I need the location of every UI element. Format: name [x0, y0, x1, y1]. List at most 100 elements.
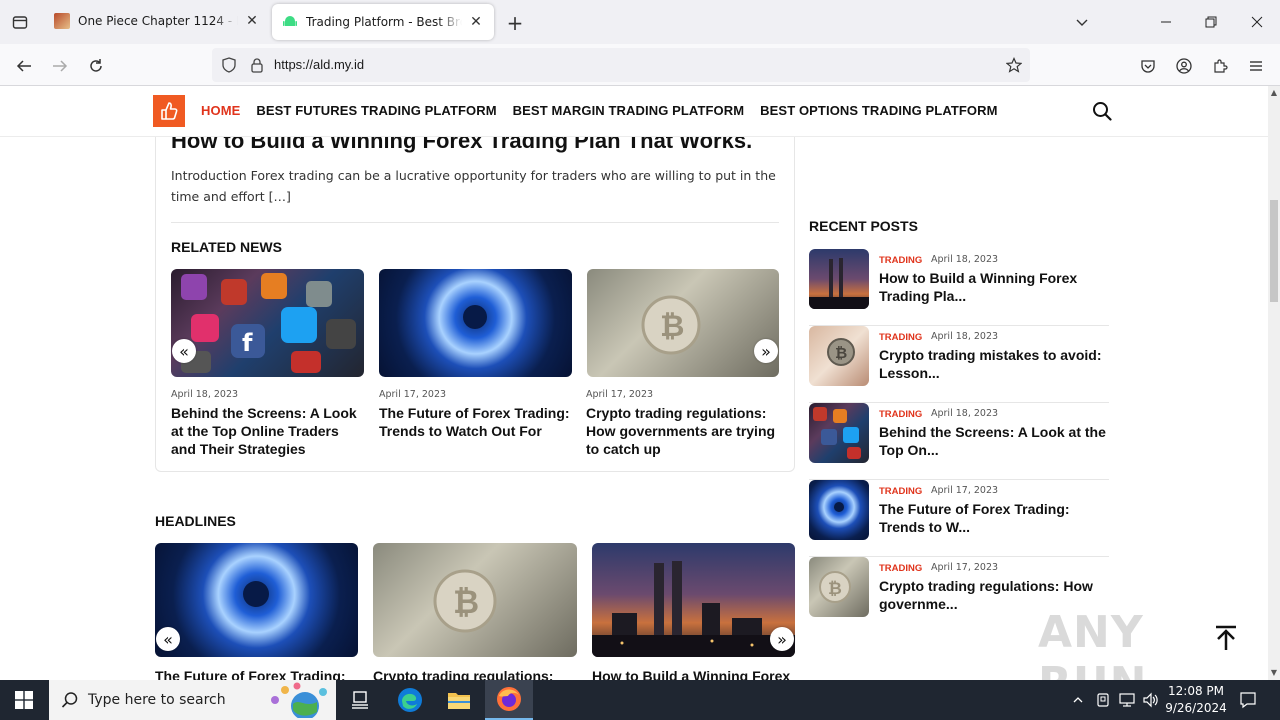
headlines-next-arrow[interactable]: »	[770, 627, 794, 651]
edge-taskbar-button[interactable]	[386, 680, 434, 720]
recent-post-thumb[interactable]: ₿	[809, 326, 869, 386]
related-next-arrow[interactable]: »	[754, 339, 778, 363]
start-button[interactable]	[0, 680, 48, 720]
close-window-button[interactable]	[1243, 8, 1271, 36]
address-bar[interactable]: https://ald.my.id	[212, 48, 1030, 82]
reload-button[interactable]	[82, 52, 110, 80]
headline-title[interactable]: How to Build a Winning Forex	[592, 667, 795, 680]
minimize-icon	[1161, 21, 1171, 23]
recent-post-category[interactable]: TRADING	[879, 332, 922, 343]
headline-title[interactable]: Crypto trading regulations:	[373, 667, 577, 680]
scroll-to-top-icon[interactable]	[1212, 624, 1240, 652]
recent-post-title[interactable]: The Future of Forex Trading: Trends to W…	[879, 500, 1109, 536]
tray-show-hidden-chevron-icon[interactable]	[1068, 690, 1088, 710]
recent-post-item[interactable]: TRADING April 18, 2023 Behind the Screen…	[809, 403, 1109, 480]
page-scrollbar[interactable]: ▲ ▼	[1268, 86, 1280, 680]
lock-icon[interactable]	[249, 57, 265, 73]
taskbar-clock[interactable]: 12:08 PM 9/26/2024	[1160, 683, 1232, 717]
svg-text:₿: ₿	[828, 579, 842, 599]
firefox-taskbar-button[interactable]	[485, 680, 533, 720]
minimize-button[interactable]	[1152, 8, 1180, 36]
recent-post-title[interactable]: How to Build a Winning Forex Trading Pla…	[879, 269, 1109, 305]
recent-post-category[interactable]: TRADING	[879, 409, 922, 420]
app-menu-button[interactable]	[1242, 52, 1270, 80]
new-tab-button[interactable]: +	[502, 10, 528, 36]
recent-post-category[interactable]: TRADING	[879, 486, 922, 497]
recent-post-thumb[interactable]	[809, 403, 869, 463]
menu-item-best-margin[interactable]: BEST MARGIN TRADING PLATFORM	[513, 103, 745, 118]
city-skyline-image	[809, 258, 869, 309]
related-title[interactable]: The Future of Forex Trading: Trends to W…	[379, 404, 574, 440]
recent-post-title[interactable]: Behind the Screens: A Look at the Top On…	[879, 423, 1109, 459]
back-button[interactable]	[10, 52, 38, 80]
recent-post-date: April 18, 2023	[931, 331, 999, 342]
scroll-down-arrow-icon[interactable]: ▼	[1268, 666, 1280, 678]
scroll-up-arrow-icon[interactable]: ▲	[1268, 86, 1280, 98]
recent-post-category[interactable]: TRADING	[879, 563, 922, 574]
related-prev-arrow[interactable]: «	[172, 339, 196, 363]
url-text[interactable]: https://ald.my.id	[274, 57, 364, 72]
menu-item-best-futures[interactable]: BEST FUTURES TRADING PLATFORM	[256, 103, 496, 118]
recent-post-date: April 18, 2023	[931, 408, 999, 419]
recent-post-item[interactable]: TRADING April 18, 2023 How to Build a Wi…	[809, 249, 1109, 326]
volume-icon[interactable]	[1141, 690, 1161, 710]
related-thumb-social-apps[interactable]: f	[171, 269, 364, 377]
hamburger-icon	[1250, 61, 1262, 71]
notifications-icon[interactable]	[1238, 690, 1258, 710]
shield-icon[interactable]	[221, 57, 237, 73]
svg-text:₿: ₿	[835, 344, 847, 362]
chevron-down-icon	[1076, 19, 1088, 26]
scrollbar-thumb[interactable]	[1270, 200, 1278, 302]
menu-item-best-options[interactable]: BEST OPTIONS TRADING PLATFORM	[760, 103, 997, 118]
extensions-button[interactable]	[1206, 52, 1234, 80]
tab-list-button[interactable]	[8, 10, 32, 34]
headline-thumb-city-skyline[interactable]	[592, 543, 795, 657]
recent-post-category[interactable]: TRADING	[879, 255, 922, 266]
account-button[interactable]	[1170, 52, 1198, 80]
related-date: April 17, 2023	[586, 389, 654, 400]
recent-post-item[interactable]: ₿ TRADING April 18, 2023 Crypto trading …	[809, 326, 1109, 403]
recent-post-item[interactable]: TRADING April 17, 2023 The Future of For…	[809, 480, 1109, 557]
list-all-tabs-button[interactable]	[1068, 8, 1096, 36]
taskbar-search-placeholder: Type here to search	[88, 692, 226, 708]
site-logo[interactable]	[153, 95, 185, 127]
network-icon[interactable]	[1117, 690, 1137, 710]
headline-title[interactable]: The Future of Forex Trading:	[155, 667, 358, 680]
tray-device-icon[interactable]	[1093, 690, 1113, 710]
post-title[interactable]: How to Build a Winning Forex Trading Pla…	[171, 137, 752, 154]
bitcoin-coin-image: ₿	[819, 571, 851, 603]
headline-thumb-bitcoin[interactable]: ₿	[373, 543, 577, 657]
bookmark-star-icon[interactable]	[1006, 57, 1022, 73]
back-arrow-icon	[16, 60, 31, 72]
close-tab-icon[interactable]: ✕	[468, 14, 484, 30]
taskbar-search-box[interactable]: Type here to search	[49, 680, 336, 720]
social-apps-image	[813, 407, 861, 459]
pocket-button[interactable]	[1134, 52, 1162, 80]
recent-posts-heading: RECENT POSTS	[809, 218, 918, 234]
tab-one-piece[interactable]: One Piece Chapter 1124 - Read ✕	[44, 0, 270, 42]
task-view-button[interactable]	[336, 680, 384, 720]
related-thumb-blue-eye[interactable]	[379, 269, 572, 377]
related-thumb-bitcoin[interactable]: ₿	[587, 269, 779, 377]
menu-item-home[interactable]: HOME	[201, 103, 240, 118]
related-title[interactable]: Crypto trading regulations: How governme…	[586, 404, 784, 458]
restore-button[interactable]	[1197, 8, 1225, 36]
search-icon[interactable]	[1092, 101, 1112, 121]
task-view-icon	[352, 691, 368, 709]
related-title[interactable]: Behind the Screens: A Look at the Top On…	[171, 404, 366, 458]
forward-button[interactable]	[46, 52, 74, 80]
file-explorer-taskbar-button[interactable]	[435, 680, 483, 720]
close-tab-icon[interactable]: ✕	[244, 13, 260, 29]
search-highlight-globe-icon	[271, 682, 327, 718]
svg-text:₿: ₿	[660, 309, 684, 344]
reload-icon	[90, 59, 102, 72]
recent-post-title[interactable]: Crypto trading mistakes to avoid: Lesson…	[879, 346, 1109, 382]
headline-thumb-blue-eye[interactable]	[155, 543, 358, 657]
headlines-prev-arrow[interactable]: «	[156, 627, 180, 651]
recent-post-thumb[interactable]	[809, 480, 869, 540]
search-icon	[61, 692, 78, 708]
tab-trading-platform[interactable]: Trading Platform - Best Broker F ✕	[272, 4, 494, 40]
recent-post-thumb[interactable]	[809, 249, 869, 309]
browser-nav-bar: https://ald.my.id	[0, 44, 1280, 86]
recent-post-thumb[interactable]: ₿	[809, 557, 869, 617]
